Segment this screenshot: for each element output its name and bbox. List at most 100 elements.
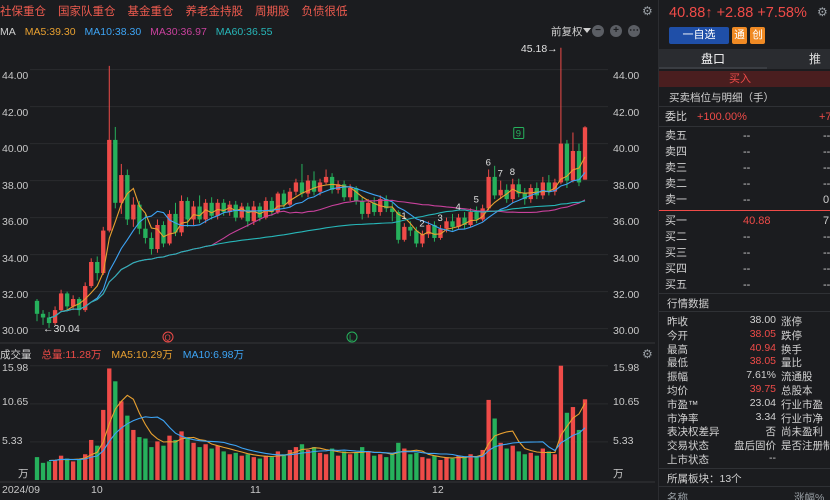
candle-body (558, 143, 564, 183)
volume-bar (251, 457, 256, 480)
volume-bar (46, 461, 52, 480)
market-value: 40.94 (749, 341, 776, 354)
volume-bar (444, 457, 449, 480)
volume-bar (70, 461, 76, 480)
volume-bar (366, 451, 371, 480)
buy-level-row[interactable]: 买五 -- -- (665, 277, 830, 293)
add-favorite-button[interactable]: 一自选 (669, 27, 729, 44)
candle-body (347, 188, 353, 198)
quote-panel: 40.88↑ +2.88 +7.58% ⚙ 一自选 通 创 盘口 推荐 买入 买… (658, 0, 830, 500)
volume-bar (510, 445, 515, 480)
sell-level-volume: -- (823, 146, 830, 158)
sell-level-label: 卖五 (665, 130, 687, 142)
event-marker: 2 (419, 219, 424, 230)
candle-body (197, 206, 202, 220)
buy-level-volume: -- (823, 231, 830, 243)
candle-body (486, 176, 491, 209)
volume-bar (504, 448, 509, 480)
panel-settings-gear-icon[interactable]: ⚙ (817, 5, 828, 19)
candle-body (107, 139, 112, 231)
volume-bar (390, 452, 395, 480)
market-value: 7.61% (746, 369, 776, 382)
volume-bar (408, 454, 413, 480)
buy-level-row[interactable]: 买二 -- -- (665, 229, 830, 245)
candle-body (143, 228, 148, 238)
sell-level-price: -- (743, 130, 751, 142)
tab-pankou[interactable]: 盘口 (659, 49, 767, 69)
candle-body (396, 212, 401, 240)
market-key-2: 行业市净 (781, 412, 823, 425)
event-marker: 1 (401, 211, 406, 222)
volume-bar (269, 457, 275, 480)
candle-body (498, 189, 503, 196)
volume-bar (76, 459, 82, 480)
buy-level-row[interactable]: 买四 -- -- (665, 261, 830, 277)
divider (659, 486, 830, 487)
market-key: 昨收 (667, 316, 688, 328)
sector-count[interactable]: 所属板块：13个 (667, 471, 742, 486)
buy-level-row[interactable]: 买一 40.88 7 (665, 213, 830, 229)
candle-body (281, 193, 287, 205)
volume-bar (438, 459, 443, 480)
volume-bar (185, 437, 190, 480)
event-marker: 4 (456, 202, 461, 213)
buy-level-volume: -- (823, 263, 830, 275)
volume-bar (498, 442, 503, 480)
kline-chart-svg[interactable]: 45.18→ ←30.04 1 2 3 4 5 67 8 9 Q L (0, 0, 655, 500)
volume-bar (576, 429, 582, 480)
volume-bar (420, 457, 425, 480)
volume-bar (474, 457, 479, 480)
candle-body (408, 226, 413, 231)
sell-level-price: -- (743, 178, 751, 190)
sell-level-row[interactable]: 卖二 -- -- (665, 176, 830, 192)
market-value: -- (769, 452, 776, 464)
candle-body (329, 176, 335, 190)
candle-body (311, 180, 317, 192)
buy-level-row[interactable]: 买三 -- -- (665, 245, 830, 261)
price-pct: +7.58% (757, 5, 807, 21)
high-annotation: 45.18→ (521, 43, 558, 55)
volume-bar (257, 458, 262, 480)
mid-price-line (659, 210, 830, 211)
chuang-badge: 创 (750, 27, 765, 44)
sell-level-price: -- (743, 194, 751, 206)
volume-bar (233, 452, 238, 480)
volume-bar (486, 399, 491, 480)
sell-level-row[interactable]: 卖一 -- 0 (665, 192, 830, 208)
sell-level-row[interactable]: 卖四 -- -- (665, 144, 830, 160)
buy-level-label: 买五 (665, 279, 687, 291)
market-key: 市净率 (667, 412, 699, 425)
buy-in-button[interactable]: 买入 (659, 71, 830, 87)
buy-level-price: -- (743, 247, 751, 259)
market-key-2: 流通股 (781, 371, 813, 384)
event-marker: 3 (437, 213, 442, 224)
up-arrow-icon: ↑ (705, 5, 713, 21)
volume-bar (335, 455, 341, 480)
volume-bar (64, 458, 70, 480)
buy-in-label: 买入 (729, 73, 751, 85)
weibi-row: 委比 +100.00% +7 (665, 109, 830, 125)
event-marker: 8 (510, 167, 515, 178)
candle-body (263, 200, 269, 218)
candle-body (450, 221, 455, 227)
volume-bar (384, 457, 389, 480)
sell-level-row[interactable]: 卖三 -- -- (665, 160, 830, 176)
volume-bar (34, 457, 40, 480)
sell-level-label: 卖三 (665, 162, 687, 174)
market-value: 38.05 (749, 327, 776, 340)
buy-level-price: -- (743, 231, 751, 243)
market-key: 振幅 (667, 371, 688, 384)
weibi-label: 委比 (665, 111, 687, 123)
buy-level-label: 买二 (665, 231, 687, 243)
tong-badge: 通 (732, 27, 747, 44)
market-key: 今开 (667, 329, 688, 342)
volume-bar (173, 439, 178, 480)
market-key: 最高 (667, 343, 688, 356)
divider (659, 293, 830, 294)
volume-bar (396, 442, 401, 480)
buy-level-label: 买四 (665, 263, 687, 275)
last-price: 40.88 (669, 5, 706, 21)
volume-bar (378, 454, 383, 480)
market-value: 23.04 (749, 396, 776, 409)
sell-level-row[interactable]: 卖五 -- -- (665, 128, 830, 144)
